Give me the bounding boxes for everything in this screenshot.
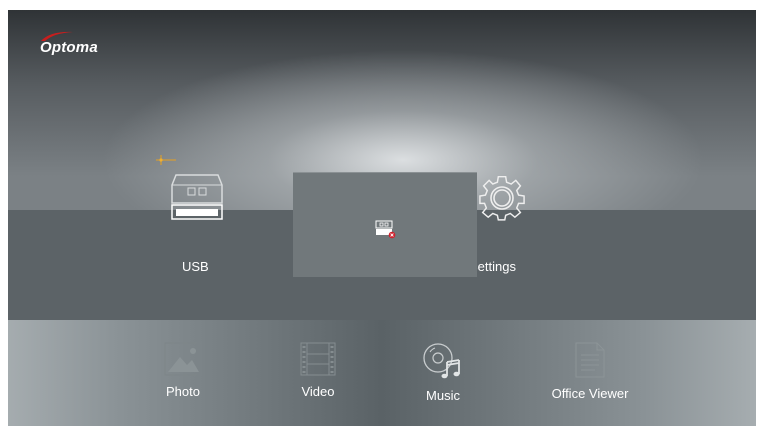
usb-drive-icon bbox=[171, 174, 223, 220]
film-strip-icon bbox=[300, 342, 336, 376]
app-music-label: Music bbox=[426, 388, 460, 403]
photo-icon bbox=[164, 342, 202, 376]
app-photo-label: Photo bbox=[166, 384, 200, 399]
app-music[interactable]: Music bbox=[388, 342, 498, 403]
music-disc-icon bbox=[423, 343, 460, 379]
gear-icon bbox=[479, 175, 525, 221]
usb-disconnected-icon bbox=[375, 220, 396, 239]
usb-status-popup bbox=[293, 172, 477, 277]
app-office-viewer[interactable]: Office Viewer bbox=[535, 342, 645, 401]
usb-tile-label: USB bbox=[182, 259, 209, 274]
brand-name: Optoma bbox=[40, 39, 98, 56]
pointer-cursor-icon bbox=[156, 155, 176, 165]
app-video-label: Video bbox=[301, 384, 335, 399]
app-video[interactable]: Video bbox=[263, 342, 373, 399]
projector-home-screen: Optoma USB Settings Photo Video Music Of… bbox=[8, 10, 756, 426]
app-photo[interactable]: Photo bbox=[128, 342, 238, 399]
document-icon bbox=[575, 342, 605, 378]
optoma-logo: Optoma bbox=[32, 28, 132, 60]
app-office-viewer-label: Office Viewer bbox=[551, 386, 629, 401]
app-bar: Photo Video Music Office Viewer bbox=[8, 320, 756, 426]
